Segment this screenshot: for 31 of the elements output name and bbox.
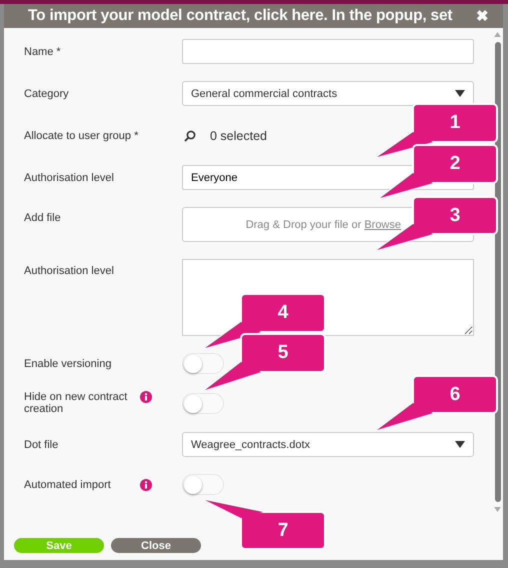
field-label: Category	[24, 88, 70, 100]
field-label: Add file	[24, 212, 62, 224]
field-label: Enable versioning	[24, 358, 112, 370]
dropdown-select[interactable]: Weagree_contracts.dotx	[182, 432, 474, 457]
toggle-switch[interactable]	[182, 474, 224, 495]
drop-hint: Drag & Drop your file or Browse	[246, 218, 401, 230]
caret-icon	[455, 90, 465, 97]
callout-tooltip: 7	[203, 498, 327, 551]
browse-link[interactable]: Browse	[364, 218, 401, 230]
field-label: Dot file	[24, 438, 60, 450]
search-icon[interactable]	[184, 130, 196, 142]
toggle-switch[interactable]	[182, 392, 224, 414]
scroll-down-arrow-icon[interactable]	[494, 507, 501, 512]
close-dialog-button[interactable]: Close	[111, 538, 201, 553]
info-icon[interactable]	[140, 391, 152, 403]
selection-count: 0 selected	[210, 128, 267, 142]
dropdown-select[interactable]: General commercial contracts	[182, 81, 474, 106]
scroll-up-arrow-icon[interactable]	[494, 32, 501, 37]
info-icon[interactable]	[140, 478, 152, 490]
field-label: Authorisation level	[24, 172, 115, 184]
field-label: Authorisation level	[24, 265, 115, 277]
field-label: Automated import	[24, 478, 112, 490]
callout-tooltip: 6	[375, 374, 499, 432]
caret-icon	[455, 441, 465, 448]
field-label: Allocate to user group *	[24, 130, 140, 142]
toggle-switch[interactable]	[182, 353, 224, 374]
text-input-field[interactable]	[182, 39, 474, 64]
field-label: Hide on new contract creation	[24, 391, 128, 415]
field-label: Name *	[24, 46, 62, 58]
dialog-title: To import your model contract, click here. In the popup, set	[28, 7, 452, 25]
close-button[interactable]: ✖	[476, 7, 489, 25]
